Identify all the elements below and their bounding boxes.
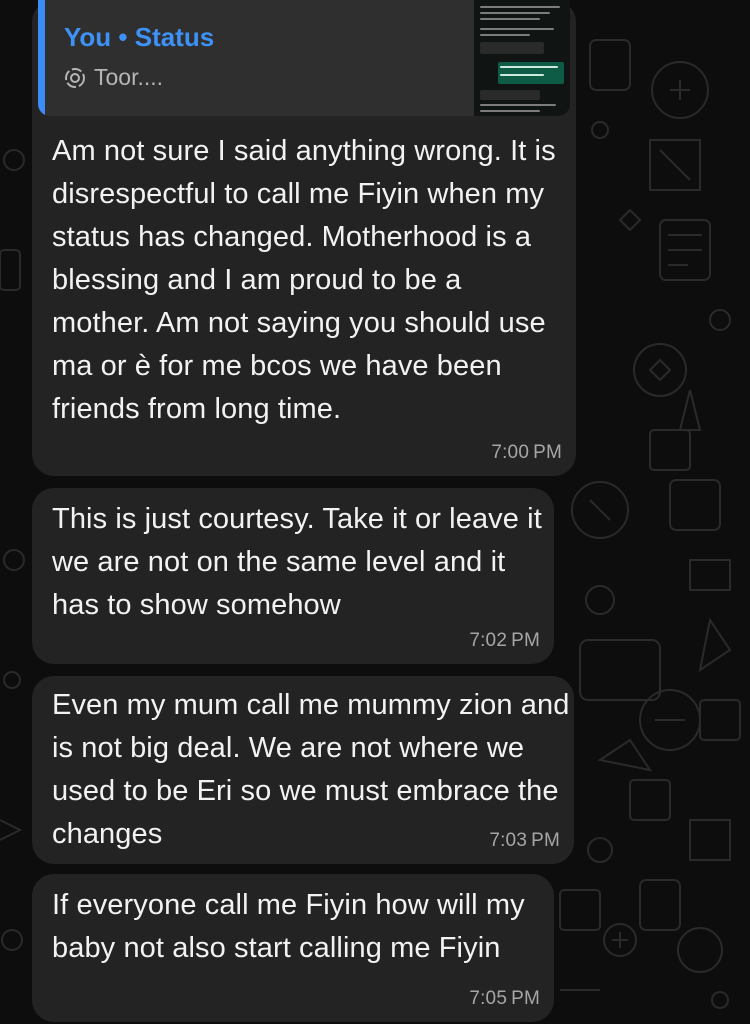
message-text: This is just courtesy. Take it or leave … xyxy=(52,503,542,621)
status-ring-icon xyxy=(65,67,85,88)
status-thumbnail xyxy=(474,0,570,116)
reply-preview-text: Toor.... xyxy=(94,64,164,90)
reply-preview-subtitle: Toor.... xyxy=(64,64,163,91)
message-bubble[interactable]: This is just courtesy. Take it or leave … xyxy=(32,488,554,664)
message-timestamp: 7:00 PM xyxy=(491,442,562,463)
message-bubble[interactable]: If everyone call me Fiyin how will my ba… xyxy=(32,874,554,1022)
chat-background: You • Status Toor.... Am not sure I said… xyxy=(0,0,750,1024)
message-text: Am not sure I said anything wrong. It is… xyxy=(52,135,556,425)
reply-preview-title: You • Status xyxy=(64,22,215,52)
reply-preview[interactable]: You • Status Toor.... xyxy=(38,0,570,116)
message-timestamp: 7:05 PM xyxy=(469,988,540,1009)
message-timestamp: 7:03 PM xyxy=(489,830,560,851)
message-bubble[interactable]: Even my mum call me mummy zion and is no… xyxy=(32,676,574,864)
message-timestamp: 7:02 PM xyxy=(469,630,540,651)
message-text: If everyone call me Fiyin how will my ba… xyxy=(52,889,525,964)
message-bubble[interactable]: You • Status Toor.... Am not sure I said… xyxy=(32,0,576,476)
reply-accent-bar xyxy=(38,0,45,116)
